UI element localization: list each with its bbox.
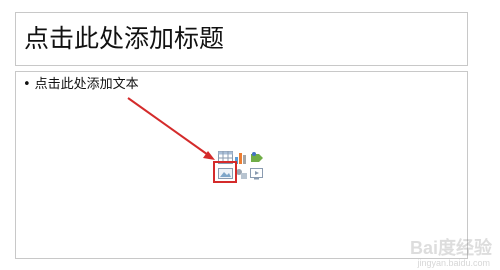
picture-icon-highlight	[213, 161, 237, 183]
bullet-dot: •	[23, 77, 31, 92]
watermark-url: jingyan.baidu.com	[417, 258, 490, 268]
media-icon[interactable]	[250, 167, 265, 180]
title-placeholder-text: 点击此处添加标题	[24, 24, 225, 53]
smartart-icon[interactable]	[250, 151, 265, 164]
content-bullet-line: • 点击此处添加文本	[23, 76, 139, 94]
watermark-logo: Bai度经验	[409, 238, 492, 258]
content-placeholder-text: 点击此处添加文本	[34, 77, 139, 92]
title-placeholder[interactable]: 点击此处添加标题	[15, 12, 468, 66]
